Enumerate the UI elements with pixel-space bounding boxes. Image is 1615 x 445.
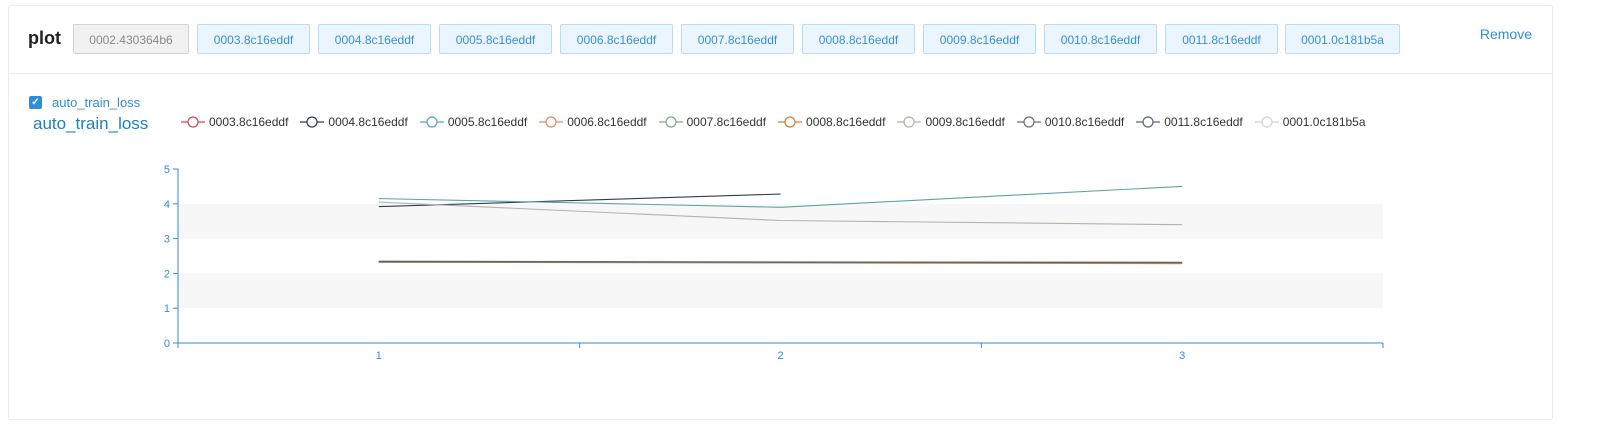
y-tick-label: 2 bbox=[164, 268, 170, 280]
y-tick-label: 0 bbox=[164, 338, 170, 350]
line-chart: 0 1 2 3 4 5 1 2 3 bbox=[164, 164, 1384, 362]
x-tick-label: 1 bbox=[376, 350, 382, 362]
x-tick-label: 3 bbox=[1179, 350, 1185, 362]
grid-band bbox=[178, 203, 1383, 239]
y-tick-label: 3 bbox=[164, 234, 170, 246]
y-tick-label: 1 bbox=[164, 303, 170, 315]
grid-band bbox=[178, 273, 1383, 309]
y-tick-label: 5 bbox=[164, 164, 170, 176]
y-tick-label: 4 bbox=[164, 199, 170, 211]
x-tick-label: 2 bbox=[777, 350, 783, 362]
